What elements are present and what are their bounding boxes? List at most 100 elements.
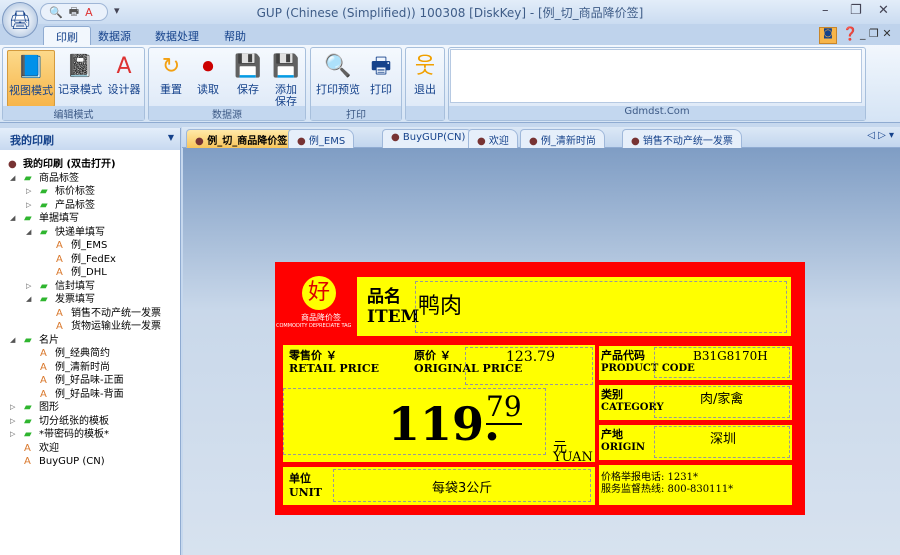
add-save-button[interactable]: 💾 添加 保存 (267, 50, 305, 108)
unit-field[interactable]: 每袋3公斤 (333, 469, 591, 502)
minimize-button[interactable]: – (822, 3, 829, 18)
print-icon[interactable]: 🖶 (69, 3, 79, 22)
expand-icon[interactable]: ▷ (26, 185, 31, 198)
tab-nav-arrows[interactable]: ◁ ▷ ▾ (867, 130, 894, 141)
expand-icon[interactable]: ▷ (10, 415, 15, 428)
close-button[interactable]: ✕ (878, 3, 889, 18)
tree-item[interactable]: A BuyGUP (CN) (24, 455, 105, 468)
tree-item[interactable]: ◢ ▰ 快递单填写 (26, 226, 105, 239)
tree-item[interactable]: A 货物运输业统一发票 (56, 320, 161, 333)
tree-item[interactable]: A 例_经典简约 (40, 347, 110, 360)
expand-icon[interactable]: ▷ (10, 401, 15, 414)
expand-icon[interactable]: ▷ (26, 280, 31, 293)
item-box: 品名 ITEM 鸭肉 (357, 277, 791, 336)
tree-item[interactable]: A 例_清新时尚 (40, 361, 110, 374)
printer-icon: 🖶 (370, 54, 392, 79)
designer-button[interactable]: A 设计器 (105, 50, 143, 107)
category-box: 类别 CATEGORY 肉/家禽 (599, 385, 792, 420)
doc-minimize-button[interactable]: _ ❐ ✕ (860, 27, 892, 40)
record-mode-button[interactable]: 📓 记录模式 (56, 50, 104, 107)
reset-icon: ↻ (161, 54, 181, 79)
app-menu-button[interactable]: 🖨 (2, 2, 38, 38)
collapse-icon[interactable]: ◢ (10, 334, 15, 347)
camera-icon[interactable]: ◙ (819, 27, 837, 44)
document-tab-bar: ● 例_切_商品降价签 ×● 例_EMS● BuyGUP(CN)● 欢迎● 例_… (182, 127, 900, 148)
view-mode-button[interactable]: 📘 视图模式 (7, 50, 55, 107)
tree-item[interactable]: ◢ ▰ 商品标签 (10, 172, 79, 185)
designer-icon[interactable]: A (85, 6, 93, 19)
folder-icon: ▰ (40, 294, 48, 305)
item-field[interactable]: 鸭肉 (415, 281, 787, 333)
price-panel: 零售价 ￥ RETAIL PRICE 原价 ￥ ORIGINAL PRICE 1… (283, 345, 595, 464)
doc-tab[interactable]: ● 欢迎 (468, 129, 518, 148)
folder-icon: ▰ (24, 402, 32, 413)
maximize-button[interactable]: ❐ (850, 3, 862, 18)
printer-icon: ● (195, 136, 208, 147)
product-code-field[interactable]: B31G8170H (654, 347, 790, 378)
template-icon: A (40, 375, 47, 386)
category-field[interactable]: 肉/家禽 (654, 386, 790, 418)
tab-print[interactable]: 印刷 (43, 26, 91, 46)
qat-dropdown[interactable]: ▾ (114, 4, 120, 17)
original-price-field[interactable]: 123.79 (465, 347, 593, 385)
exit-button[interactable]: 웃 退出 (408, 50, 442, 107)
title-bar: GUP (Chinese (Simplified)) 100308 [DiskK… (0, 0, 900, 24)
doc-tab[interactable]: ● 例_EMS (288, 129, 355, 148)
tree-item[interactable]: ◢ ▰ 单据填写 (10, 212, 79, 225)
tree-item[interactable]: ▷ ▰ 标价标签 (26, 185, 95, 198)
reset-button[interactable]: ↻ 重置 (152, 50, 190, 107)
print-button[interactable]: 🖶 打印 (363, 50, 399, 107)
collapse-icon[interactable]: ◢ (10, 212, 15, 225)
exit-icon: 웃 (414, 54, 436, 79)
tab-help[interactable]: 帮助 (212, 26, 258, 46)
collapse-icon[interactable]: ◢ (26, 293, 31, 306)
read-button[interactable]: ⏺ 读取 (189, 50, 227, 107)
expand-icon[interactable]: ▷ (10, 428, 15, 441)
tree-item[interactable]: A 例_EMS (56, 239, 107, 252)
record-icon: ⏺ (202, 54, 214, 79)
printer-icon: ● (297, 136, 309, 147)
tree-item[interactable]: ▷ ▰ *带密码的模板* (10, 428, 109, 441)
tree-item[interactable]: ● 我的印刷 (双击打开) (8, 158, 116, 171)
tree-item[interactable]: A 例_好品味-背面 (40, 388, 124, 401)
doc-tab[interactable]: ● 例_清新时尚 (520, 129, 605, 148)
origin-field[interactable]: 深圳 (654, 426, 790, 458)
preview-icon[interactable]: 🔍 (49, 6, 63, 19)
tree-item[interactable]: A 销售不动产统一发票 (56, 307, 161, 320)
tree-item[interactable]: ◢ ▰ 名片 (10, 334, 59, 347)
tab-data-processing[interactable]: 数据处理 (143, 26, 211, 46)
chevron-down-icon[interactable]: ▼ (168, 133, 174, 142)
tree-item[interactable]: A 例_好品味-正面 (40, 374, 124, 387)
collapse-icon[interactable]: ◢ (26, 226, 31, 239)
save-icon: 💾 (272, 54, 300, 79)
tree-item[interactable]: ▷ ▰ 图形 (10, 401, 59, 414)
printer-icon: ● (391, 132, 403, 143)
group-label: 编辑模式 (3, 106, 144, 121)
print-preview-button[interactable]: 🔍 打印预览 (313, 50, 363, 107)
group-exit: 웃 退出 (405, 47, 445, 121)
expand-icon[interactable]: ▷ (26, 199, 31, 212)
template-icon: A (40, 348, 47, 359)
collapse-icon[interactable]: ◢ (10, 172, 15, 185)
tab-datasource[interactable]: 数据源 (86, 26, 143, 46)
help-icon[interactable]: ❓ (842, 27, 858, 42)
doc-tab[interactable]: ● BuyGUP(CN) (382, 129, 475, 148)
tree-item[interactable]: A 欢迎 (24, 442, 59, 455)
tree-item[interactable]: ▷ ▰ 切分纸张的模板 (10, 415, 109, 428)
doc-tab[interactable]: ● 销售不动产统一发票 (622, 129, 742, 148)
save-icon: 💾 (234, 54, 262, 79)
tree-item[interactable]: A 例_DHL (56, 266, 107, 279)
printer-icon: 🖨 (8, 9, 32, 31)
tree-item[interactable]: A 例_FedEx (56, 253, 116, 266)
tree-item[interactable]: ▷ ▰ 产品标签 (26, 199, 95, 212)
group-label: Gdmdst.Com (449, 106, 865, 120)
save-button[interactable]: 💾 保存 (229, 50, 267, 107)
template-icon: A (56, 267, 63, 278)
tree-item[interactable]: ▷ ▰ 信封填写 (26, 280, 95, 293)
template-icon: A (56, 321, 63, 332)
template-icon: A (24, 456, 31, 467)
retail-price-field[interactable]: 119. 79 (283, 388, 546, 455)
designer-icon: A (116, 54, 132, 79)
tree-item[interactable]: ◢ ▰ 发票填写 (26, 293, 95, 306)
folder-icon: ▰ (40, 280, 48, 292)
